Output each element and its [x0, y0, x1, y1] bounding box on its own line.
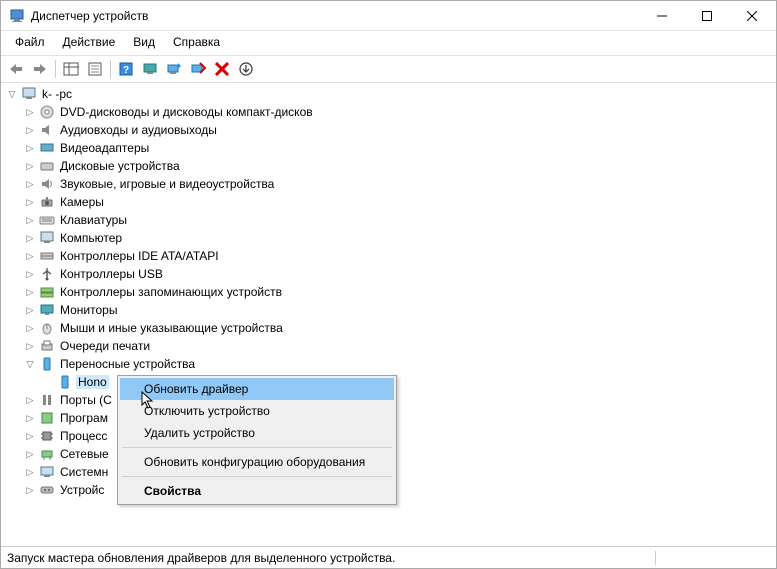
forward-button[interactable]	[29, 58, 51, 80]
status-text: Запуск мастера обновления драйверов для …	[1, 551, 656, 565]
monitor-icon	[39, 302, 55, 318]
audio-icon	[39, 122, 55, 138]
expand-icon[interactable]: ▷	[23, 285, 37, 299]
processor-icon	[39, 428, 55, 444]
statusbar: Запуск мастера обновления драйверов для …	[1, 546, 776, 568]
back-button[interactable]	[5, 58, 27, 80]
expand-icon[interactable]: ▷	[23, 411, 37, 425]
tree-item[interactable]: ▷Видеоадаптеры	[23, 139, 776, 157]
expand-icon[interactable]: ▷	[23, 231, 37, 245]
tree-item[interactable]: ▷Клавиатуры	[23, 211, 776, 229]
ide-icon	[39, 248, 55, 264]
collapse-icon[interactable]: ▽	[23, 357, 37, 371]
close-button[interactable]	[729, 1, 774, 30]
expand-icon[interactable]: ▷	[23, 303, 37, 317]
expand-icon[interactable]: ▷	[23, 465, 37, 479]
tree-item[interactable]: ▷Звуковые, игровые и видеоустройства	[23, 175, 776, 193]
usb-icon	[39, 266, 55, 282]
tree-item[interactable]: ▷Очереди печати	[23, 337, 776, 355]
drive-icon	[39, 104, 55, 120]
app-icon	[9, 8, 25, 24]
expand-icon[interactable]: ▷	[23, 483, 37, 497]
camera-icon	[39, 194, 55, 210]
collapse-icon[interactable]: ▽	[5, 87, 19, 101]
ctx-disable-device[interactable]: Отключить устройство	[120, 400, 394, 422]
expand-icon[interactable]: ▷	[23, 159, 37, 173]
print-queue-icon	[39, 338, 55, 354]
tree-item[interactable]: ▷Мыши и иные указывающие устройства	[23, 319, 776, 337]
portable-device-icon	[57, 374, 73, 390]
properties-button[interactable]	[84, 58, 106, 80]
tree-item[interactable]: ▷Компьютер	[23, 229, 776, 247]
expand-icon[interactable]: ▷	[23, 195, 37, 209]
toolbar: ?	[1, 55, 776, 83]
tree-item[interactable]: ▷DVD-дисководы и дисководы компакт-диско…	[23, 103, 776, 121]
tree-item[interactable]: ▷Аудиовходы и аудиовыходы	[23, 121, 776, 139]
tree-item-portable[interactable]: ▽Переносные устройства	[23, 355, 776, 373]
expand-icon[interactable]: ▷	[23, 267, 37, 281]
tree-view[interactable]: ▽ k- -pc ▷DVD-дисководы и дисководы комп…	[1, 83, 776, 546]
ctx-remove-device[interactable]: Удалить устройство	[120, 422, 394, 444]
expand-icon[interactable]: ▷	[23, 213, 37, 227]
show-hide-tree-button[interactable]	[60, 58, 82, 80]
tree-item[interactable]: ▷Контроллеры USB	[23, 265, 776, 283]
expand-icon[interactable]: ▷	[23, 321, 37, 335]
disk-icon	[39, 158, 55, 174]
expand-icon[interactable]: ▷	[23, 429, 37, 443]
keyboard-icon	[39, 212, 55, 228]
system-device-icon	[39, 464, 55, 480]
expand-icon[interactable]: ▷	[23, 339, 37, 353]
update-driver-button[interactable]	[163, 58, 185, 80]
storage-controller-icon	[39, 284, 55, 300]
menu-file[interactable]: Файл	[7, 33, 53, 51]
sound-icon	[39, 176, 55, 192]
ctx-refresh-hardware[interactable]: Обновить конфигурацию оборудования	[120, 451, 394, 473]
minimize-button[interactable]	[639, 1, 684, 30]
menu-action[interactable]: Действие	[55, 33, 124, 51]
expand-icon[interactable]: ▷	[23, 447, 37, 461]
port-icon	[39, 392, 55, 408]
expand-icon[interactable]: ▷	[23, 141, 37, 155]
svg-text:?: ?	[123, 65, 129, 76]
tree-item[interactable]: ▷Мониторы	[23, 301, 776, 319]
tree-item[interactable]: ▷Дисковые устройства	[23, 157, 776, 175]
tree-item[interactable]: ▷Камеры	[23, 193, 776, 211]
ctx-update-driver[interactable]: Обновить драйвер	[120, 378, 394, 400]
software-device-icon	[39, 410, 55, 426]
down-arrow-button[interactable]	[235, 58, 257, 80]
tree-root[interactable]: ▽ k- -pc	[5, 85, 776, 103]
titlebar: Диспетчер устройств	[1, 1, 776, 31]
hid-icon	[39, 482, 55, 498]
context-menu: Обновить драйвер Отключить устройство Уд…	[117, 375, 397, 505]
expand-icon[interactable]: ▷	[23, 177, 37, 191]
maximize-button[interactable]	[684, 1, 729, 30]
scan-hardware-button[interactable]	[139, 58, 161, 80]
expand-icon[interactable]: ▷	[23, 393, 37, 407]
uninstall-device-button[interactable]	[211, 58, 233, 80]
tree-item[interactable]: ▷Контроллеры запоминающих устройств	[23, 283, 776, 301]
network-icon	[39, 446, 55, 462]
ctx-properties[interactable]: Свойства	[120, 480, 394, 502]
display-adapter-icon	[39, 140, 55, 156]
tree-item[interactable]: ▷Контроллеры IDE ATA/ATAPI	[23, 247, 776, 265]
window-title: Диспетчер устройств	[31, 9, 639, 23]
disable-device-button[interactable]	[187, 58, 209, 80]
computer-icon	[21, 86, 37, 102]
menu-view[interactable]: Вид	[125, 33, 163, 51]
ctx-separator	[122, 447, 392, 448]
ctx-separator	[122, 476, 392, 477]
expand-icon[interactable]: ▷	[23, 249, 37, 263]
menu-help[interactable]: Справка	[165, 33, 228, 51]
portable-device-icon	[39, 356, 55, 372]
computer-icon	[39, 230, 55, 246]
tree-root-label: k- -pc	[40, 87, 74, 101]
expand-icon[interactable]: ▷	[23, 123, 37, 137]
help-button[interactable]: ?	[115, 58, 137, 80]
mouse-icon	[39, 320, 55, 336]
expand-icon[interactable]: ▷	[23, 105, 37, 119]
menubar: Файл Действие Вид Справка	[1, 31, 776, 55]
